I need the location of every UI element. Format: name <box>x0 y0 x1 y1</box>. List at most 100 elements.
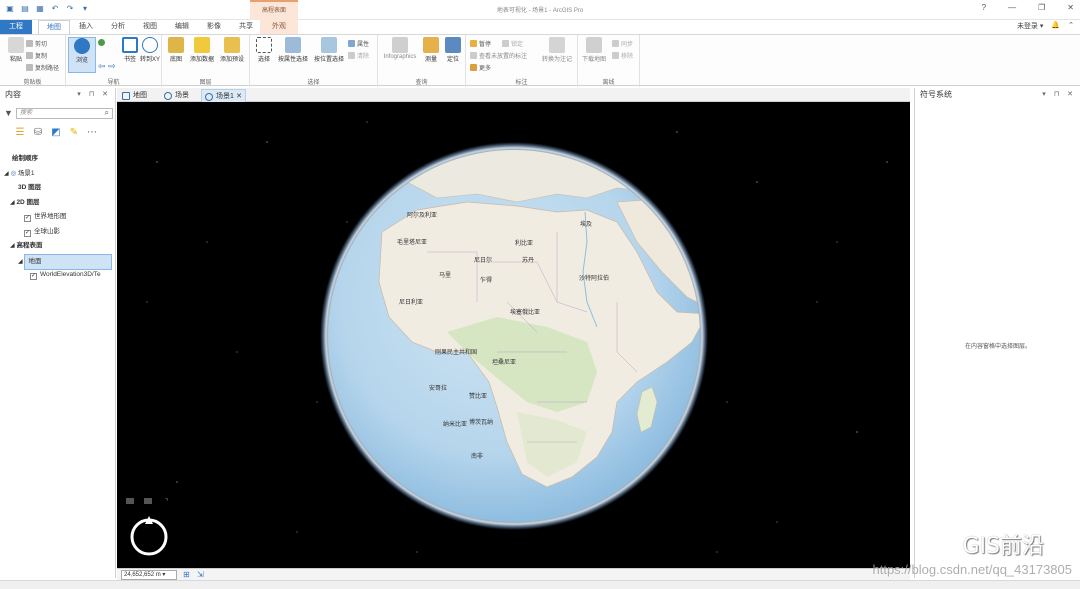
add-data-button[interactable]: 添加数据 <box>188 37 216 63</box>
scene-view[interactable]: 毛里塔尼亚 马里 尼日尔 乍得 苏丹 埃及 利比亚 阿尔及利亚 尼日利亚 埃塞俄… <box>117 102 910 568</box>
view-unplaced-button[interactable]: 查看未放置的标注 <box>470 51 527 60</box>
explore-button[interactable]: 浏览 <box>68 37 96 73</box>
tab-project[interactable]: 工程 <box>0 20 32 34</box>
infographics-button[interactable]: Infographics <box>380 37 420 60</box>
cut-button[interactable]: 剪切 <box>26 39 47 48</box>
next-extent-button[interactable]: ⇨ <box>108 61 116 72</box>
tab-edit[interactable]: 编辑 <box>172 20 192 34</box>
basemap-button[interactable]: 底图 <box>162 37 190 63</box>
tab-share[interactable]: 共享 <box>236 20 256 34</box>
navigator-compass-icon[interactable] <box>130 518 168 556</box>
tree-item-scene[interactable]: ◢ ◎ 场景1 <box>0 167 116 182</box>
select-by-location-button[interactable]: 按位置选择 <box>312 37 346 63</box>
more-labeling-button[interactable]: 更多 <box>470 63 491 72</box>
navigator[interactable]: ⌝ <box>126 498 168 556</box>
copy-button[interactable]: 复制 <box>26 51 47 60</box>
contents-search-input[interactable]: 搜索 <box>16 108 113 119</box>
close-button[interactable]: ✕ <box>1067 3 1074 12</box>
tree-item-world-topo[interactable]: ✓ 世界地形图 <box>0 210 116 225</box>
zoom-extent-icon[interactable]: ⊞ <box>183 570 190 579</box>
view-tab-map[interactable]: 地图 <box>119 89 149 102</box>
more-options-icon[interactable]: ⋯ <box>86 127 98 139</box>
offline-group-label: 离线 <box>602 80 615 86</box>
select-by-attributes-button[interactable]: 按属性选择 <box>276 37 310 63</box>
layer-group-label: 图层 <box>199 80 212 86</box>
tab-analysis[interactable]: 分析 <box>108 20 128 34</box>
sync-button[interactable]: 同步 <box>612 39 633 48</box>
goto-xy-button[interactable]: 转到XY <box>136 37 164 63</box>
expand-icon[interactable]: ◢ <box>18 259 23 265</box>
label-mauritania: 毛里塔尼亚 <box>397 238 427 246</box>
expand-icon[interactable]: ◢ <box>4 171 9 177</box>
label-sudan: 苏丹 <box>522 256 534 264</box>
copy-path-button[interactable]: 复制路径 <box>26 63 59 72</box>
pause-labels-button[interactable]: 暂停 <box>470 39 491 48</box>
tab-appearance[interactable]: 外观 <box>260 20 298 34</box>
tree-item-elevation-surfaces[interactable]: ◢ 高程表面 <box>0 239 116 254</box>
visibility-checkbox[interactable]: ✓ <box>24 215 31 222</box>
visibility-checkbox[interactable]: ✓ <box>24 229 31 237</box>
select-icon <box>256 37 272 53</box>
world-elevation-label: WorldElevation3D/Te <box>40 271 101 278</box>
locate-button[interactable]: 定位 <box>442 37 464 63</box>
expand-icon[interactable]: ◢ <box>10 243 15 249</box>
clear-selection-button[interactable]: 清除 <box>348 51 369 60</box>
clear-label: 清除 <box>357 54 370 60</box>
lock-labels-button[interactable]: 锁定 <box>502 39 523 48</box>
draw-order-icon[interactable]: ☰ <box>14 127 26 139</box>
add-preset-button[interactable]: 添加预设 <box>218 37 246 63</box>
lock-icon <box>502 40 509 47</box>
layer-tree: 绘制顺序 ◢ ◎ 场景1 3D 图层 ◢ 2D 图层 ✓ 世界地形图 ✓ 全球山影 … <box>0 152 116 283</box>
notification-icon[interactable]: 🔔 <box>1051 21 1060 31</box>
tree-item-world-elevation[interactable]: ✓ WorldElevation3D/Te <box>0 268 116 283</box>
remove-button[interactable]: 移除 <box>612 51 633 60</box>
convert-to-annotation-button[interactable]: 转换为注记 <box>538 37 576 63</box>
tab-imagery[interactable]: 影像 <box>204 20 224 34</box>
view-tab-scene1[interactable]: 场景1 ✕ <box>201 89 246 102</box>
editing-view-icon[interactable]: ✎ <box>68 127 80 139</box>
selection-group: 选择 按属性选择 按位置选择 属性 清除 选择 <box>250 35 378 87</box>
navigator-expand-icon[interactable]: ⌝ <box>165 498 168 505</box>
filter-icon[interactable]: ▼ <box>4 108 13 118</box>
attributes-button[interactable]: 属性 <box>348 39 369 48</box>
navigate-group: 浏览 ⇦ ⇨ 书签 转到XY 导航 <box>66 35 162 87</box>
minimize-button[interactable]: — <box>1008 3 1016 12</box>
pause-icon <box>470 40 477 47</box>
measure-button[interactable]: 测量 <box>420 37 442 63</box>
navigator-mode-icon[interactable] <box>144 498 152 504</box>
tab-map[interactable]: 地图 <box>38 20 70 34</box>
tree-item-2d-layers[interactable]: ◢ 2D 图层 <box>0 196 116 211</box>
cut-icon <box>26 40 33 47</box>
collapse-ribbon-icon[interactable]: ⌃ <box>1068 21 1074 31</box>
visibility-checkbox[interactable]: ✓ <box>30 273 37 280</box>
pane-controls[interactable]: ▾ ⊓ ✕ <box>77 88 111 102</box>
wechat-icon <box>920 530 958 558</box>
restore-button[interactable]: ❐ <box>1038 3 1045 12</box>
navigation-options-icon[interactable]: ⇲ <box>197 570 204 579</box>
data-source-icon[interactable]: ⛁ <box>32 127 44 139</box>
attributes-icon <box>348 40 355 47</box>
tree-item-hillshade[interactable]: ✓ 全球山影 <box>0 225 116 240</box>
search-icon[interactable]: ⌕ <box>105 108 109 118</box>
navigator-toggle-icon[interactable] <box>126 498 134 504</box>
tab-view[interactable]: 视图 <box>140 20 160 34</box>
help-button[interactable]: ? <box>982 3 986 12</box>
download-map-button[interactable]: 下载地图 <box>580 37 608 63</box>
view-tab-scene[interactable]: 场景 <box>161 89 191 102</box>
expand-icon[interactable]: ◢ <box>10 200 15 206</box>
selection-view-icon[interactable]: ◩ <box>50 127 62 139</box>
offline-group: 下载地图 同步 移除 离线 <box>578 35 640 87</box>
full-extent-button[interactable] <box>98 39 107 47</box>
tab-insert[interactable]: 插入 <box>76 20 96 34</box>
globe-icon <box>98 39 105 46</box>
sign-in-button[interactable]: 未登录 ▾ <box>1017 21 1043 31</box>
scene-canvas[interactable]: 毛里塔尼亚 马里 尼日尔 乍得 苏丹 埃及 利比亚 阿尔及利亚 尼日利亚 埃塞俄… <box>117 102 910 568</box>
tree-item-ground[interactable]: ◢ 地面 <box>0 253 116 270</box>
tree-item-3d-layers[interactable]: 3D 图层 <box>0 181 116 196</box>
select-button[interactable]: 选择 <box>250 37 278 63</box>
previous-extent-button[interactable]: ⇦ <box>98 61 106 72</box>
label-south-africa: 南非 <box>471 452 483 460</box>
copy-label: 复制 <box>35 54 48 60</box>
pane-controls[interactable]: ▾ ⊓ ✕ <box>1042 88 1076 102</box>
scale-dropdown[interactable]: 24,652,652 m ▾ <box>121 570 177 580</box>
